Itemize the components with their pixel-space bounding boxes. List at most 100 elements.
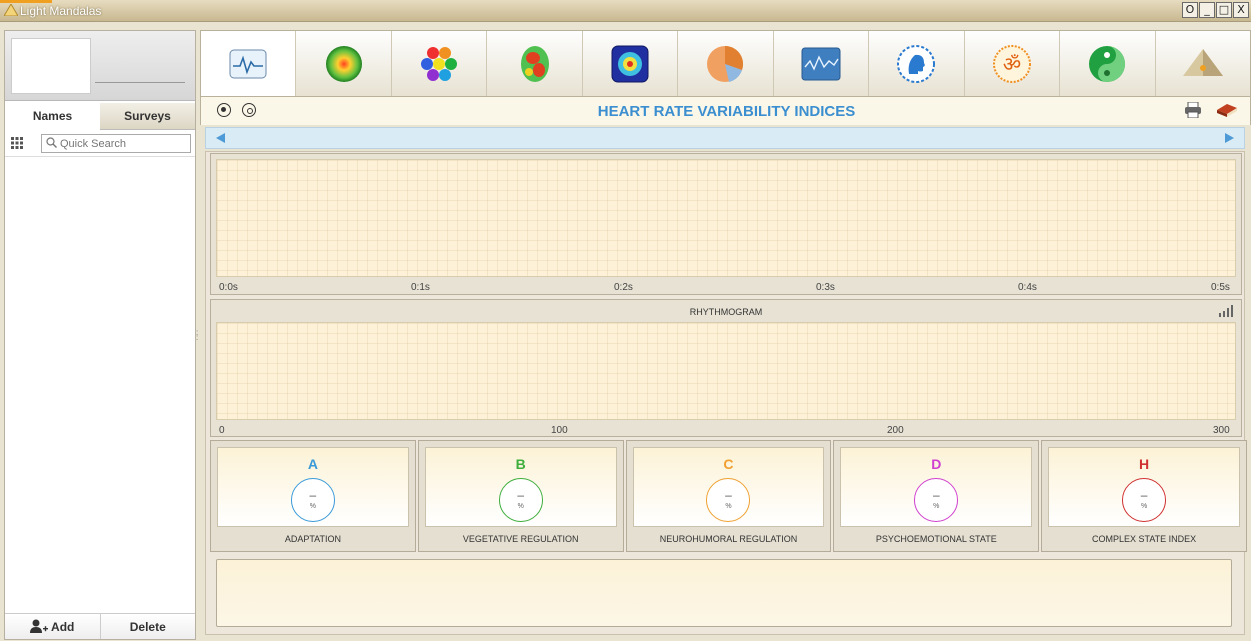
index-unit: % [933, 503, 940, 510]
chakra-hexagons-icon [421, 46, 458, 81]
indices-row: A – % ADAPTATION B – % VEGETATIVE REGULA… [210, 440, 1247, 552]
previous-arrow-icon[interactable] [216, 133, 225, 143]
index-label: PSYCHOEMOTIONAL STATE [875, 534, 997, 544]
toolbar-yinyang[interactable] [1060, 31, 1156, 96]
head-profile-icon [897, 44, 936, 83]
index-card-vegetative: B – % VEGETATIVE REGULATION [417, 440, 624, 552]
book-icon[interactable] [1216, 102, 1238, 118]
profile-photo[interactable] [11, 38, 91, 94]
spectrum-monitor-icon [801, 47, 841, 80]
index-card-inner: C – % [632, 447, 825, 527]
x-tick-label: 0 [219, 425, 225, 436]
search-box [41, 134, 191, 153]
toolbar-body-map[interactable] [487, 31, 583, 96]
toolbar-energy[interactable] [583, 31, 679, 96]
index-card-neurohumoral: C – % NEUROHUMORAL REGULATION [625, 440, 832, 552]
x-tick-label: 0:1s [411, 282, 430, 293]
index-letter: H [1139, 456, 1150, 472]
aura-orb-icon [325, 45, 362, 82]
profile-card [5, 31, 195, 101]
x-tick-label: 0:4s [1018, 282, 1037, 293]
x-tick-label: 100 [551, 425, 568, 436]
grid-view-icon[interactable] [11, 137, 23, 149]
toolbar-aura[interactable] [296, 31, 392, 96]
index-card-psychoemotional: D – % PSYCHOEMOTIONAL STATE [833, 440, 1040, 552]
index-dial: – % [498, 478, 543, 522]
search-icon [46, 137, 57, 148]
hrv-icon [229, 49, 267, 78]
printer-icon[interactable] [1184, 102, 1202, 118]
module-toolbar: ॐ [200, 30, 1251, 97]
index-letter: D [931, 456, 942, 472]
options-button[interactable]: O [1182, 2, 1198, 18]
panel-splitter[interactable]: :: [196, 329, 200, 350]
results-panel [216, 559, 1232, 627]
add-user-icon [30, 619, 49, 633]
index-card-inner: D – % [840, 447, 1033, 527]
index-label: NEUROHUMORAL REGULATION [659, 534, 798, 544]
add-label: Add [51, 620, 75, 634]
x-tick-label: 300 [1213, 425, 1230, 436]
index-dial: – % [706, 478, 751, 522]
title-bar: Light Mandalas O _ □ X [0, 0, 1251, 22]
index-dial: – % [290, 478, 335, 522]
sidebar-tabs: Names Surveys [5, 103, 195, 130]
index-unit: % [725, 503, 732, 510]
index-label: VEGETATIVE REGULATION [462, 534, 579, 544]
index-unit: % [1140, 503, 1148, 510]
index-unit: % [517, 503, 524, 510]
x-tick-label: 0:3s [816, 282, 835, 293]
signal-chart: 0:0s 0:1s 0:2s 0:3s 0:4s 0:5s [210, 153, 1242, 295]
index-letter: C [723, 456, 734, 472]
index-card-adaptation: A – % ADAPTATION [210, 440, 416, 552]
add-button[interactable]: Add [5, 614, 100, 639]
x-tick-label: 0:2s [614, 282, 633, 293]
index-card-inner: H – % [1048, 447, 1240, 527]
tab-names[interactable]: Names [5, 103, 100, 130]
next-arrow-icon[interactable] [1225, 133, 1234, 143]
toolbar-head[interactable] [869, 31, 965, 96]
signal-plot-area [216, 159, 1236, 277]
toolbar-pie[interactable] [678, 31, 774, 96]
search-row [5, 131, 195, 157]
body-heatmap-icon [520, 45, 549, 82]
profile-divider [95, 82, 185, 83]
section-header: HEART RATE VARIABILITY INDICES [200, 97, 1251, 125]
index-value: – [309, 488, 317, 502]
toolbar-om[interactable]: ॐ [965, 31, 1061, 96]
index-value: – [1140, 488, 1148, 502]
energy-field-icon [611, 45, 649, 82]
index-label: ADAPTATION [284, 534, 341, 544]
search-input[interactable] [60, 136, 188, 151]
window-controls: O _ □ X [1182, 2, 1249, 18]
index-value: – [932, 488, 940, 502]
minimize-button[interactable]: _ [1199, 2, 1215, 18]
sidebar-footer: Add Delete [5, 613, 195, 639]
toolbar-pyramid[interactable] [1156, 31, 1250, 96]
rhythmogram-chart: RHYTHMOGRAM 0 100 200 300 [210, 299, 1242, 437]
pie-chart-icon [707, 45, 744, 82]
rhythmogram-title: RHYTHMOGRAM [689, 307, 763, 317]
pyramid-icon [1182, 48, 1223, 76]
index-letter: A [307, 456, 318, 472]
toolbar-chakras[interactable] [392, 31, 488, 96]
yin-yang-icon [1089, 45, 1126, 82]
delete-button[interactable]: Delete [99, 614, 196, 639]
index-dial: – % [914, 478, 959, 522]
x-tick-label: 0:5s [1211, 282, 1230, 293]
tab-surveys[interactable]: Surveys [100, 103, 195, 130]
index-unit: % [309, 503, 316, 510]
x-tick-label: 200 [887, 425, 904, 436]
index-card-inner: A – % [217, 447, 409, 527]
index-value: – [517, 488, 525, 502]
svg-text:ॐ: ॐ [1003, 52, 1021, 76]
toolbar-hrv[interactable] [201, 31, 297, 96]
title-accent [0, 0, 52, 3]
rhythmogram-plot-area [216, 322, 1236, 420]
signal-bars-icon[interactable] [1219, 305, 1233, 317]
maximize-button[interactable]: □ [1216, 2, 1232, 18]
window-title: Light Mandalas [20, 4, 102, 18]
toolbar-spectrum[interactable] [774, 31, 870, 96]
om-symbol-icon: ॐ [992, 44, 1031, 83]
close-button[interactable]: X [1233, 2, 1249, 18]
